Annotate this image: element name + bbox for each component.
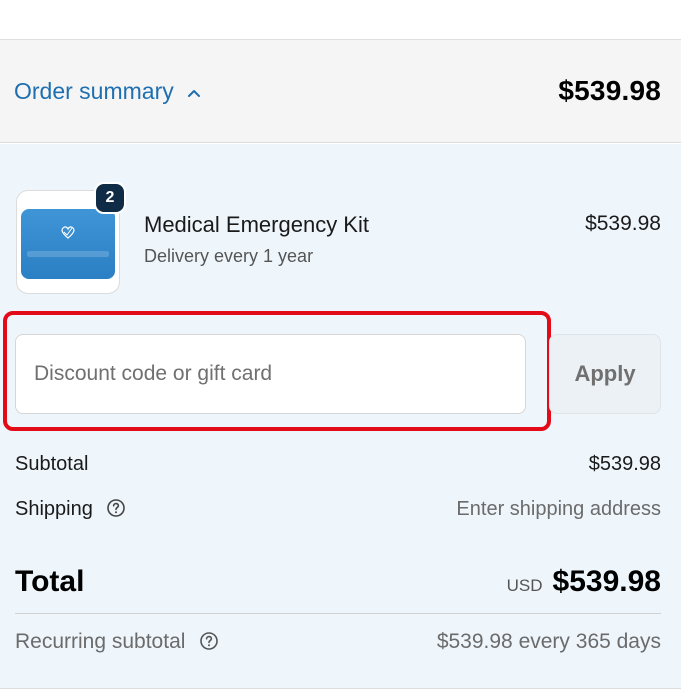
shipping-label-group: Shipping [15,498,126,521]
brand-logo-icon [61,226,75,239]
product-name: Medical Emergency Kit [144,212,369,237]
chevron-up-icon [187,90,200,97]
subtotal-row: Subtotal $539.98 [15,453,661,476]
shipping-value: Enter shipping address [456,498,661,520]
total-value-group: USD $539.98 [507,565,661,599]
shipping-row: Shipping Enter shipping address [15,498,661,521]
total-row: Total USD $539.98 [15,562,661,602]
product-label-band [27,251,109,257]
order-summary-total: $539.98 [558,75,661,106]
order-summary-toggle[interactable]: Order summary [14,78,202,105]
top-blank-area [0,0,681,40]
subtotal-label: Subtotal [15,453,89,475]
recurring-subtotal-row: Recurring subtotal $539.98 every 365 day… [15,630,661,654]
bottom-edge [0,688,681,700]
shipping-label: Shipping [15,498,93,520]
help-circle-icon[interactable] [106,498,126,518]
discount-code-input[interactable] [15,334,526,414]
product-price: $539.98 [585,212,661,235]
order-summary-label: Order summary [14,77,174,104]
currency-code: USD [506,576,543,595]
recurring-subtotal-value: $539.98 every 365 days [436,630,661,653]
recurring-subtotal-label: Recurring subtotal [15,630,186,653]
order-summary-panel: 2 Medical Emergency Kit Delivery every 1… [0,144,681,688]
order-summary-toggle-bar[interactable]: Order summary $539.98 [0,40,681,143]
help-circle-icon[interactable] [199,631,219,651]
divider [15,613,661,614]
quantity-badge: 2 [94,182,126,214]
apply-discount-button[interactable]: Apply [549,334,661,414]
recurring-label-group: Recurring subtotal [15,630,219,654]
subtotal-value: $539.98 [588,453,661,475]
total-label: Total [15,565,85,598]
total-value: $539.98 [552,565,661,598]
product-image [21,209,115,279]
product-delivery-frequency: Delivery every 1 year [144,246,314,266]
